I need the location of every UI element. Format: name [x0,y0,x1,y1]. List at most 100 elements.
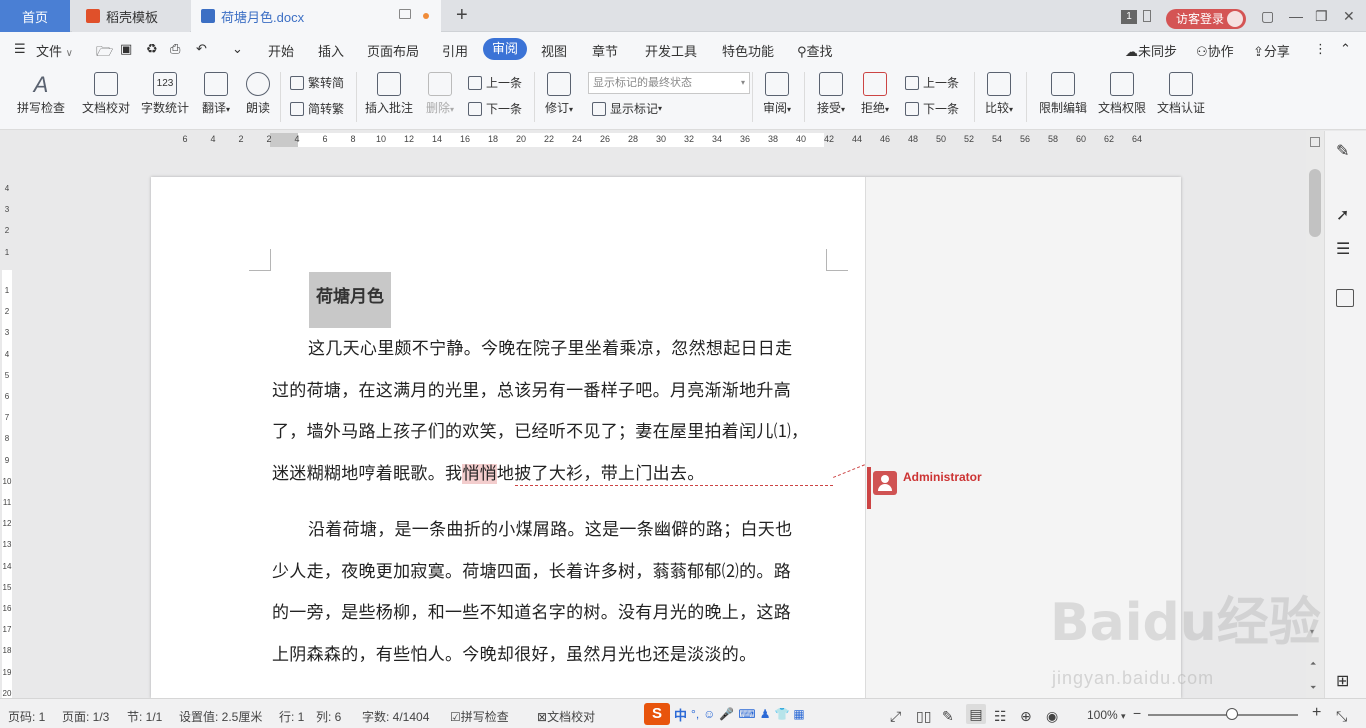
menu-home[interactable]: 开始 [268,41,294,60]
tab-daoke-templates[interactable]: 稻壳模板 [72,0,190,32]
zoom-slider-knob[interactable] [1226,708,1238,720]
reject-button[interactable]: 拒绝▾ [856,72,894,116]
eye-protection-icon[interactable]: ◉ [1046,708,1058,725]
simp-to-trad-button[interactable]: 简转繁 [290,100,344,117]
menu-dev-tools[interactable]: 开发工具 [645,41,697,60]
doc-proofread-button[interactable]: 文档校对 [80,72,132,116]
microphone-icon[interactable]: 🎤 [719,707,734,721]
zoom-in-icon[interactable]: + [1312,704,1321,722]
cursor-icon[interactable]: ➚ [1336,205,1354,224]
status-doc-proofread[interactable]: ⊠文档校对 [537,708,595,725]
read-aloud-button[interactable]: 朗读 [242,72,274,116]
close-pane-icon[interactable] [1336,289,1354,307]
settings-sliders-icon[interactable]: ☰ [1336,239,1354,258]
status-section[interactable]: 节: 1/1 [127,708,162,725]
revise-button[interactable]: 修订▾ [540,72,578,116]
doc-rights-button[interactable]: 文档权限 [1096,72,1148,116]
user-icon[interactable]: ♟ [760,707,771,721]
fullscreen-icon[interactable]: ⤢ [890,708,901,725]
prev-revision-button[interactable]: 上一条 [905,74,959,91]
redo-dropdown-icon[interactable]: ⌄ [232,41,243,57]
menu-special-features[interactable]: 特色功能 [722,41,774,60]
next-comment-button[interactable]: 下一条 [468,100,522,117]
monitor-icon[interactable] [399,9,411,19]
paragraph-2-line-3[interactable]: 的一旁，是些杨柳，和一些不知道名字的树。没有月光的晚上，这路 [272,593,827,635]
comment-author[interactable]: Administrator [903,470,982,484]
zoom-slider-track[interactable] [1148,714,1298,716]
paragraph-2-line-2[interactable]: 少人走，夜晚更加寂寞。荷塘四面，长着许多树，蓊蓊郁郁⑵的。路 [272,552,827,594]
menu-review[interactable]: 审阅 [483,38,527,60]
emoji-icon[interactable]: ☺ [703,707,715,721]
skin-icon[interactable]: ▢ [1261,8,1274,25]
page-view-icon[interactable]: ▤ [966,704,986,724]
next-revision-button[interactable]: 下一条 [905,100,959,117]
menu-insert[interactable]: 插入 [318,41,344,60]
collaborate-button[interactable]: ⚇协作 [1196,41,1234,60]
document-title[interactable]: 荷塘月色 [309,272,391,328]
ime-chinese-mode[interactable]: 中 [674,705,687,724]
restrict-edit-button[interactable]: 限制编辑 [1036,72,1090,116]
close-icon[interactable]: ✕ [1343,8,1355,25]
view-toggle-icon[interactable] [1310,137,1320,147]
status-row[interactable]: 行: 1 [279,708,304,725]
save-icon[interactable]: ▣ [120,41,132,57]
toolbox-icon[interactable]: ▦ [793,707,804,721]
undo-icon[interactable]: ↶ [196,41,207,57]
menu-page-layout[interactable]: 页面布局 [367,41,419,60]
maximize-icon[interactable]: ❐ [1315,8,1328,25]
sogou-ime-icon[interactable]: S [644,703,670,725]
print-preview-icon[interactable]: ⎙ [170,41,180,57]
format-painter-icon[interactable]: ♻ [146,41,158,57]
zoom-out-icon[interactable]: − [1133,705,1141,721]
status-page-number[interactable]: 页码: 1 [8,708,45,725]
more-icon[interactable]: ⋮ [1314,41,1327,57]
paragraph-1-line-4[interactable]: 迷迷糊糊地哼着眠歌。我悄悄地披了大衫，带上门出去。 [272,454,827,496]
translate-button[interactable]: 翻译▾ [196,72,236,116]
menu-file[interactable]: 文件 ∨ [36,41,73,60]
outline-view-icon[interactable]: ☷ [994,708,1007,725]
paragraph-2-line-4[interactable]: 上阴森森的，有些怕人。今晚却很好，虽然月光也还是淡淡的。 [272,635,827,677]
status-page[interactable]: 页面: 1/3 [62,708,109,725]
vertical-ruler[interactable]: 4 3 2 1 1 2 3 4 5 6 7 8 9 10 11 12 13 14 15 16 17 18 19 20 [0,150,14,698]
zoom-level[interactable]: 100% ▾ [1087,708,1126,722]
prev-page-icon[interactable]: ⏶ [1310,659,1316,669]
review-pane-button[interactable]: 审阅▾ [758,72,796,116]
menu-view[interactable]: 视图 [541,41,567,60]
sync-status[interactable]: ☁未同步 [1125,41,1177,60]
ime-toolbar[interactable]: S 中 °, ☺ 🎤 ⌨ ♟ 👕 ▦ [644,703,854,725]
status-col[interactable]: 列: 6 [316,708,341,725]
status-setting[interactable]: 设置值: 2.5厘米 [179,708,262,725]
show-markup-button[interactable]: 显示标记 ▾ [592,100,662,117]
window-count-badge[interactable]: 1 [1121,10,1137,24]
compare-button[interactable]: 比较▾ [980,72,1018,116]
hamburger-icon[interactable]: ☰ [14,41,26,57]
restore-icon[interactable] [1143,10,1151,22]
new-tab-button[interactable]: + [456,4,468,27]
reading-mode-icon[interactable]: ▯▯ [916,708,931,725]
word-count-button[interactable]: 123 字数统计 [140,72,190,116]
tab-document[interactable]: 荷塘月色.docx [191,0,441,32]
open-icon[interactable]: 🗁 [96,41,113,65]
paragraph-1-line-2[interactable]: 过的荷塘，在这满月的光里，总该另有一番样子吧。月亮渐渐地升高 [272,371,827,413]
trad-to-simp-button[interactable]: 繁转简 [290,74,344,91]
spell-check-button[interactable]: A 拼写检查 [10,72,72,116]
scroll-thumb[interactable] [1309,169,1321,237]
horizontal-ruler[interactable]: 6 4 2 2 4 6 8 10 12 14 16 18 20 22 24 26 28 30 32 34 36 38 40 4… [0,131,1366,149]
prev-comment-button[interactable]: 上一条 [468,74,522,91]
pen-icon[interactable]: ✎ [1336,141,1354,160]
web-view-icon[interactable]: ⊕ [1020,708,1032,725]
search-button[interactable]: ⚲查找 [797,41,833,60]
skin-icon[interactable]: 👕 [774,707,789,721]
accept-button[interactable]: 接受▾ [812,72,850,116]
write-mode-icon[interactable]: ✎ [942,708,954,725]
collapse-ribbon-icon[interactable]: ⌃ [1340,41,1351,57]
status-spell-check[interactable]: ☑拼写检查 [450,708,509,725]
paragraph-1-line-1[interactable]: 这几天心里颇不宁静。今晚在院子里坐着乘凉，忽然想起日日走 [272,329,827,371]
next-page-icon[interactable]: ⏷ [1310,683,1316,693]
minimize-icon[interactable]: — [1289,8,1303,24]
fit-page-icon[interactable]: ⤡ [1336,708,1347,725]
commented-text-highlight[interactable]: 悄悄 [462,464,497,484]
share-button[interactable]: ⇪分享 [1253,41,1290,60]
tab-home[interactable]: 首页 [0,0,70,32]
insert-comment-button[interactable]: 插入批注 [362,72,416,116]
